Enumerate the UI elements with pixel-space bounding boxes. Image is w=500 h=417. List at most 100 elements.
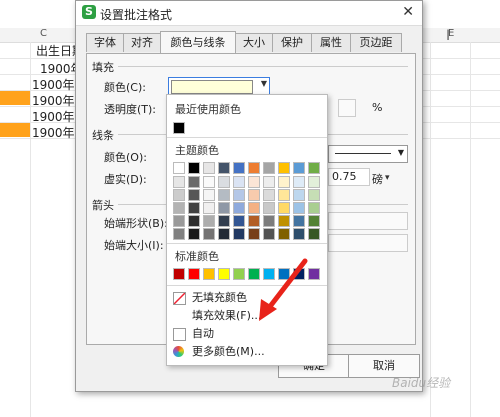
standard-color-swatch[interactable] — [233, 268, 245, 280]
theme-color-swatch[interactable] — [188, 162, 200, 174]
theme-shade-swatch[interactable] — [203, 189, 215, 201]
tab-protection[interactable]: 保护 — [272, 33, 312, 52]
theme-shade-swatch[interactable] — [188, 202, 200, 214]
no-fill-icon — [173, 292, 186, 305]
tab-properties[interactable]: 属性 — [311, 33, 351, 52]
theme-shade-swatch[interactable] — [233, 228, 245, 240]
theme-shade-swatch[interactable] — [293, 228, 305, 240]
chevron-down-icon: ▼ — [397, 148, 404, 157]
recent-color-swatch[interactable] — [173, 122, 185, 134]
line-weight-input[interactable]: 0.75 — [328, 168, 370, 186]
theme-shade-swatch[interactable] — [248, 228, 260, 240]
theme-color-swatch[interactable] — [248, 162, 260, 174]
theme-shade-swatch[interactable] — [173, 176, 185, 188]
theme-color-swatch[interactable] — [308, 162, 320, 174]
theme-color-swatch[interactable] — [293, 162, 305, 174]
theme-shade-swatch[interactable] — [203, 228, 215, 240]
theme-shade-swatch[interactable] — [173, 228, 185, 240]
begin-size-dropdown[interactable] — [328, 234, 408, 252]
theme-color-swatch[interactable] — [278, 162, 290, 174]
theme-shade-swatch[interactable] — [308, 202, 320, 214]
chevron-down-icon: ▼ — [260, 79, 267, 88]
chevron-down-icon[interactable]: ▾ — [385, 173, 390, 183]
theme-shade-swatch[interactable] — [218, 215, 230, 227]
more-colors-item[interactable]: 更多颜色(M)... — [173, 344, 321, 360]
theme-shade-swatch[interactable] — [173, 189, 185, 201]
cell-year[interactable]: 1900年 — [32, 92, 75, 109]
theme-shade-swatch[interactable] — [278, 228, 290, 240]
theme-shade-swatch[interactable] — [233, 176, 245, 188]
line-color-label: 颜色(O): — [104, 151, 147, 164]
theme-shade-swatch[interactable] — [248, 176, 260, 188]
cell-year[interactable]: 1900年 — [32, 108, 75, 125]
theme-shade-swatch[interactable] — [203, 176, 215, 188]
theme-shade-swatch[interactable] — [218, 202, 230, 214]
theme-shade-swatch[interactable] — [293, 215, 305, 227]
theme-shade-swatch[interactable] — [188, 189, 200, 201]
section-arrows: 箭头 — [92, 199, 114, 212]
theme-color-swatch[interactable] — [203, 162, 215, 174]
theme-shade-swatch[interactable] — [233, 202, 245, 214]
theme-shade-swatch[interactable] — [248, 189, 260, 201]
tab-alignment[interactable]: 对齐 — [123, 33, 161, 52]
theme-shade-swatch[interactable] — [188, 176, 200, 188]
cell-year[interactable]: 1900年 — [32, 124, 75, 141]
close-icon[interactable]: ✕ — [402, 4, 414, 20]
cell-year[interactable]: 1900年 — [32, 76, 75, 93]
theme-shade-swatch[interactable] — [263, 189, 275, 201]
theme-shade-swatch[interactable] — [248, 202, 260, 214]
line-style-dropdown[interactable]: ▼ — [328, 145, 408, 163]
automatic-color-icon — [173, 328, 186, 341]
fill-color-label: 颜色(C): — [104, 81, 146, 94]
theme-shade-swatch[interactable] — [218, 228, 230, 240]
theme-color-swatch[interactable] — [218, 162, 230, 174]
theme-shade-swatch[interactable] — [263, 215, 275, 227]
transparency-spinner[interactable] — [338, 99, 356, 117]
theme-shade-swatch[interactable] — [293, 202, 305, 214]
theme-color-swatch[interactable] — [173, 162, 185, 174]
standard-color-swatch[interactable] — [218, 268, 230, 280]
theme-shade-swatch[interactable] — [233, 189, 245, 201]
theme-shade-swatch[interactable] — [173, 215, 185, 227]
theme-shade-swatch[interactable] — [278, 176, 290, 188]
theme-shade-swatch[interactable] — [188, 215, 200, 227]
standard-color-swatch[interactable] — [173, 268, 185, 280]
tab-colors-lines[interactable]: 颜色与线条 — [160, 31, 236, 53]
fill-color-dropdown[interactable]: ▼ — [168, 77, 270, 95]
tab-font[interactable]: 字体 — [86, 33, 124, 52]
theme-shade-swatch[interactable] — [203, 215, 215, 227]
section-fill: 填充 — [92, 61, 114, 74]
dialog-tabs: 字体 对齐 颜色与线条 大小 保护 属性 页边距 — [86, 31, 416, 53]
theme-shade-swatch[interactable] — [308, 215, 320, 227]
standard-color-swatch[interactable] — [188, 268, 200, 280]
theme-shade-swatch[interactable] — [293, 189, 305, 201]
tab-margins[interactable]: 页边距 — [350, 33, 402, 52]
theme-shade-swatch[interactable] — [308, 176, 320, 188]
theme-shade-swatch[interactable] — [293, 176, 305, 188]
section-line: 线条 — [92, 129, 114, 142]
theme-shade-swatch[interactable] — [203, 202, 215, 214]
text-cursor-icon: I — [446, 28, 451, 44]
tab-size[interactable]: 大小 — [235, 33, 273, 52]
theme-shade-swatch[interactable] — [263, 202, 275, 214]
theme-shade-swatch[interactable] — [218, 189, 230, 201]
theme-shade-swatch[interactable] — [248, 215, 260, 227]
theme-shade-swatch[interactable] — [218, 176, 230, 188]
theme-shade-swatch[interactable] — [278, 189, 290, 201]
theme-shade-swatch[interactable] — [263, 228, 275, 240]
theme-shade-swatch[interactable] — [173, 202, 185, 214]
begin-style-dropdown[interactable] — [328, 212, 408, 230]
theme-shade-swatch[interactable] — [278, 215, 290, 227]
theme-color-swatch[interactable] — [263, 162, 275, 174]
theme-shade-swatch[interactable] — [263, 176, 275, 188]
theme-shade-swatch[interactable] — [308, 189, 320, 201]
theme-color-swatch[interactable] — [233, 162, 245, 174]
theme-shade-swatch[interactable] — [188, 228, 200, 240]
begin-size-label: 始端大小(I): — [104, 239, 164, 252]
column-header-c[interactable]: C — [40, 28, 47, 39]
theme-shade-swatch[interactable] — [308, 228, 320, 240]
standard-color-swatch[interactable] — [203, 268, 215, 280]
automatic-color-item[interactable]: 自动 — [173, 326, 321, 342]
theme-shade-swatch[interactable] — [278, 202, 290, 214]
theme-shade-swatch[interactable] — [233, 215, 245, 227]
